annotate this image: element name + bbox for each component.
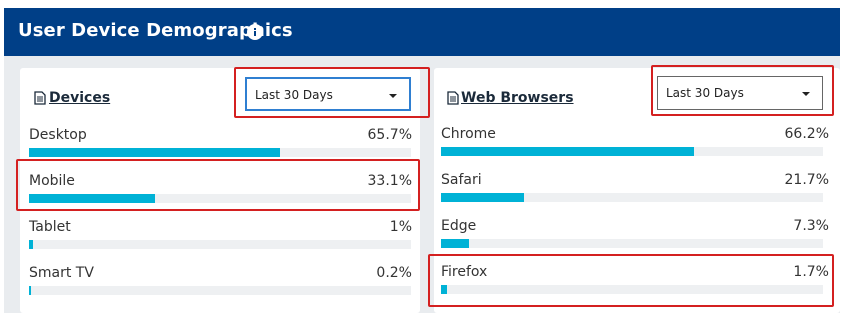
devices-row-value: 0.2% [376, 265, 412, 281]
highlight-devices-dropdown [234, 67, 430, 118]
browsers-row-bar-track [441, 239, 823, 248]
devices-row-bar-fill [29, 286, 31, 295]
browsers-row-bar-fill [441, 239, 469, 248]
browsers-row-bar-fill [441, 193, 524, 202]
devices-row-label: Smart TV [29, 265, 94, 281]
highlight-browsers-dropdown [651, 65, 834, 116]
devices-row-value: 65.7% [367, 127, 412, 143]
browsers-row-label: Edge [441, 218, 477, 234]
browsers-row-label: Safari [441, 172, 482, 188]
document-icon [34, 91, 46, 105]
devices-row-label: Tablet [29, 219, 71, 235]
panel-header: User Device Demographics [4, 8, 840, 56]
devices-row-bar-track [29, 240, 411, 249]
browsers-row-value: 21.7% [784, 172, 829, 188]
devices-row-bar-fill [29, 240, 33, 249]
browsers-row-bar-track [441, 147, 823, 156]
browsers-title[interactable]: Web Browsers [461, 90, 574, 106]
document-icon [447, 91, 459, 105]
devices-row-value: 1% [389, 219, 412, 235]
browsers-row-label: Chrome [441, 126, 496, 142]
devices-row-label: Desktop [29, 127, 87, 143]
highlight-firefox-row [428, 254, 834, 307]
browsers-row-value: 66.2% [784, 126, 829, 142]
info-circle-icon[interactable] [247, 24, 263, 40]
devices-row-bar-fill [29, 148, 280, 157]
devices-row-bar-track [29, 148, 411, 157]
highlight-mobile-row [16, 159, 420, 211]
browsers-row-value: 7.3% [793, 218, 829, 234]
devices-title[interactable]: Devices [49, 90, 110, 106]
browsers-row-bar-fill [441, 147, 694, 156]
browsers-row-bar-track [441, 193, 823, 202]
devices-row-bar-track [29, 286, 411, 295]
